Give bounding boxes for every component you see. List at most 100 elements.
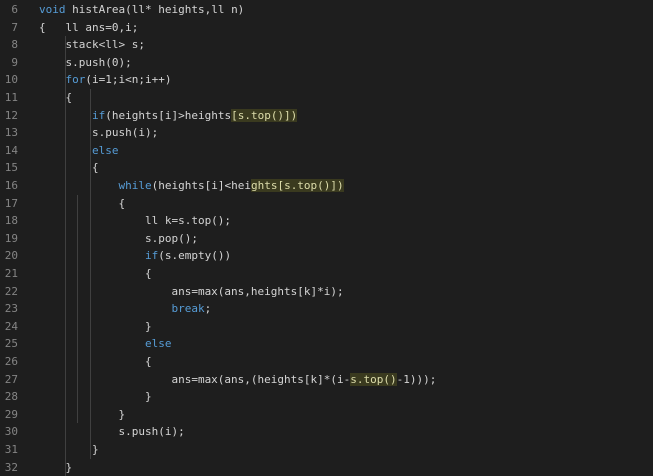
code-line[interactable]: 32 } xyxy=(0,459,653,476)
code-token: } xyxy=(39,390,152,404)
code-text: } xyxy=(39,406,125,424)
code-line[interactable]: 28 } xyxy=(0,388,653,406)
code-text: ans=max(ans,(heights[k]*(i-s.top()-1))); xyxy=(39,371,436,389)
line-number: 17 xyxy=(4,196,18,210)
code-line[interactable]: 15 { xyxy=(0,159,653,177)
line-number: 30 xyxy=(4,425,18,439)
line-number: 8 xyxy=(11,38,18,52)
code-text: break; xyxy=(39,300,211,318)
keyword-token: else xyxy=(144,337,172,351)
code-line[interactable]: 26 { xyxy=(0,353,653,371)
code-editor[interactable]: 6 void histArea(ll* heights,ll n) 7 { ll an… xyxy=(0,0,653,476)
code-token: { xyxy=(39,267,152,280)
code-token: ; xyxy=(204,302,212,316)
code-text: ll k=s.top(); xyxy=(39,212,231,230)
code-line[interactable]: 11 { xyxy=(0,89,653,107)
code-token: (heights[i]>heights xyxy=(105,108,232,122)
code-line[interactable]: 27 ans=max(ans,(heights[k]*(i-s.top()-1)… xyxy=(0,371,653,389)
line-number: 26 xyxy=(4,355,18,368)
code-text: while(heights[i]<heights[s.top()]) xyxy=(39,177,344,195)
code-text: { xyxy=(39,195,125,213)
code-text: else xyxy=(39,142,119,160)
line-number: 11 xyxy=(4,91,18,104)
code-line[interactable]: 6 void histArea(ll* heights,ll n) xyxy=(0,1,653,19)
code-token: (i=1;i<n;i++) xyxy=(85,73,172,87)
code-line[interactable]: 8 stack<ll> s; xyxy=(0,36,653,54)
code-token: ll k=s.top(); xyxy=(39,214,232,228)
code-line[interactable]: 18 ll k=s.top(); xyxy=(0,212,653,230)
code-line[interactable]: 13 s.push(i); xyxy=(0,124,653,142)
line-number: 20 xyxy=(4,249,18,263)
code-line[interactable]: 9 s.push(0); xyxy=(0,54,653,72)
line-number: 6 xyxy=(11,3,18,16)
code-text: { ll ans=0,i; xyxy=(39,19,138,37)
code-text: s.push(i); xyxy=(39,423,185,441)
code-line[interactable]: 20 if(s.empty()) xyxy=(0,247,653,265)
code-line[interactable]: 7 { ll ans=0,i; xyxy=(0,19,653,37)
code-token: s.pop(); xyxy=(39,231,198,245)
code-line[interactable]: 16 while(heights[i]<heights[s.top()]) xyxy=(0,177,653,195)
code-token: stack<ll> s; xyxy=(39,38,145,52)
code-text: } xyxy=(39,388,152,406)
code-token: { xyxy=(39,196,126,210)
line-number: 12 xyxy=(4,108,18,122)
keyword-token: break xyxy=(171,302,205,316)
code-line[interactable]: 24 } xyxy=(0,318,653,336)
keyword-token: if xyxy=(144,249,159,263)
keyword-token: void xyxy=(39,3,66,16)
line-number: 29 xyxy=(4,407,18,421)
code-text: { xyxy=(39,159,99,177)
code-line[interactable]: 23 break; xyxy=(0,300,653,318)
code-text: s.push(i); xyxy=(39,124,158,142)
code-line[interactable]: 17 { xyxy=(0,195,653,213)
line-number: 25 xyxy=(4,337,18,351)
line-number: 22 xyxy=(4,284,18,298)
code-line[interactable]: 12 if(heights[i]>heights[s.top()]) xyxy=(0,107,653,125)
code-token: { xyxy=(39,161,99,175)
code-line[interactable]: 19 s.pop(); xyxy=(0,230,653,248)
line-number: 16 xyxy=(4,179,18,192)
keyword-token: else xyxy=(91,143,119,157)
code-text: s.push(0); xyxy=(39,54,132,72)
highlighted-token: ghts[s.top()]) xyxy=(250,179,344,192)
code-line[interactable]: 29 } xyxy=(0,406,653,424)
line-number: 7 xyxy=(11,20,18,34)
code-token: { xyxy=(39,91,73,104)
code-token: s.push(i); xyxy=(39,425,185,439)
code-token: { xyxy=(39,355,152,368)
line-number: 13 xyxy=(4,126,18,140)
code-line[interactable]: 30 s.push(i); xyxy=(0,423,653,441)
code-line[interactable]: 25 else xyxy=(0,335,653,353)
line-number: 28 xyxy=(4,390,18,404)
code-token: s.push(0); xyxy=(39,55,132,69)
line-number: 31 xyxy=(4,443,18,456)
keyword-token: for xyxy=(65,73,86,87)
line-number: 27 xyxy=(4,372,18,386)
code-text: for(i=1;i<n;i++) xyxy=(39,71,172,89)
code-token: (heights[i]<hei xyxy=(151,179,251,192)
code-token: histArea(ll* heights,ll n) xyxy=(65,3,245,16)
line-number: 10 xyxy=(4,73,18,87)
line-number: 23 xyxy=(4,302,18,316)
line-number: 32 xyxy=(4,460,18,474)
line-number: 19 xyxy=(4,231,18,245)
code-line[interactable]: 10 for(i=1;i<n;i++) xyxy=(0,71,653,89)
code-line[interactable]: 31 } xyxy=(0,441,653,459)
code-token: } xyxy=(39,443,99,456)
code-text: if(heights[i]>heights[s.top()]) xyxy=(39,107,298,125)
code-token: } xyxy=(39,407,126,421)
code-text: else xyxy=(39,335,172,353)
code-line[interactable]: 21 { xyxy=(0,265,653,283)
code-token: ans=max(ans,heights[k]*i); xyxy=(39,284,344,298)
code-line[interactable]: 22 ans=max(ans,heights[k]*i); xyxy=(0,283,653,301)
line-number: 24 xyxy=(4,319,18,333)
code-text: } xyxy=(39,441,99,459)
code-line[interactable]: 14 else xyxy=(0,142,653,160)
code-token: { ll ans=0,i; xyxy=(39,20,139,34)
